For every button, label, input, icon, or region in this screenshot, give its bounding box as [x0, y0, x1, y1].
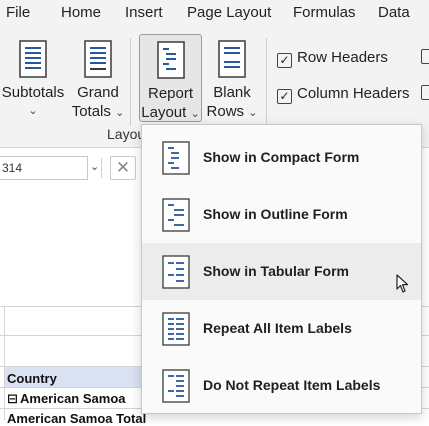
menu-item-repeat-all-labels[interactable]: Repeat All Item Labels — [142, 300, 421, 357]
tabular-form-icon — [162, 255, 190, 289]
menu-item-label: Show in Outline Form — [203, 206, 348, 222]
column-headers-checkbox[interactable]: ✓ Column Headers — [277, 85, 410, 104]
report-layout-menu: Show in Compact Form Show in Outline For… — [141, 124, 422, 414]
tab-data[interactable]: Data — [378, 4, 410, 21]
checkbox-checked-icon: ✓ — [277, 53, 292, 68]
compact-form-icon — [162, 141, 190, 175]
subtotals-button[interactable]: Subtotals ⌄ — [0, 34, 66, 122]
subtotals-label: Subtotals — [1, 84, 65, 101]
checkbox-checked-icon: ✓ — [277, 89, 292, 104]
row-label-american-samoa[interactable]: American Samoa — [20, 391, 126, 406]
tab-formulas[interactable]: Formulas — [293, 4, 356, 21]
mouse-cursor-icon — [396, 274, 409, 293]
collapse-icon[interactable]: ⊟ — [7, 391, 18, 407]
tab-page-layout[interactable]: Page Layout — [187, 4, 271, 21]
no-repeat-labels-icon — [162, 369, 190, 403]
ribbon-divider — [130, 38, 131, 126]
column-headers-label: Column Headers — [297, 85, 410, 102]
grand-totals-button[interactable]: Grand Totals ⌄ — [70, 34, 126, 122]
chevron-down-icon: ⌄ — [28, 105, 38, 117]
layout-group-label: Layou — [107, 126, 146, 142]
blank-rows-button[interactable]: Blank Rows ⌄ — [205, 34, 259, 122]
banded-columns-checkbox[interactable] — [421, 85, 429, 102]
menu-item-tabular-form[interactable]: Show in Tabular Form — [142, 243, 421, 300]
menu-item-label: Show in Tabular Form — [203, 263, 349, 279]
grand-totals-icon — [84, 40, 112, 78]
repeat-labels-icon — [162, 312, 190, 346]
report-layout-button[interactable]: Report Layout ⌄ — [139, 34, 202, 122]
banded-rows-checkbox[interactable] — [421, 49, 429, 66]
outline-form-icon — [162, 198, 190, 232]
tab-file[interactable]: File — [6, 4, 30, 21]
chevron-down-icon: ⌄ — [190, 108, 200, 120]
report-layout-label-1: Report — [147, 85, 194, 102]
report-layout-label-2-text: Layout — [141, 104, 187, 121]
grid-line — [4, 306, 5, 420]
header-cell-country[interactable]: Country — [7, 371, 57, 386]
menu-item-label: Do Not Repeat Item Labels — [203, 377, 381, 393]
blank-rows-label-2-text: Rows — [206, 103, 245, 120]
menu-bar: File Home Insert Page Layout Formulas Da… — [0, 0, 429, 26]
checkbox-unchecked-icon — [421, 49, 429, 64]
cancel-icon[interactable]: ✕ — [110, 156, 136, 180]
menu-item-compact-form[interactable]: Show in Compact Form — [142, 129, 421, 186]
tab-home[interactable]: Home — [61, 4, 101, 21]
menu-item-label: Repeat All Item Labels — [203, 320, 352, 336]
grand-totals-label-2-text: Totals — [71, 103, 111, 120]
chevron-down-icon: ⌄ — [248, 107, 258, 119]
checkbox-unchecked-icon — [421, 85, 429, 100]
chevron-down-icon: ⌄ — [115, 107, 125, 119]
row-headers-label: Row Headers — [297, 49, 388, 66]
menu-item-no-repeat-labels[interactable]: Do Not Repeat Item Labels — [142, 357, 421, 414]
chevron-down-icon[interactable]: ⌄ — [90, 160, 99, 173]
menu-item-outline-form[interactable]: Show in Outline Form — [142, 186, 421, 243]
name-box[interactable]: 314 — [0, 156, 88, 180]
report-layout-label-2: Layout ⌄ — [140, 103, 201, 124]
formula-bar-divider — [101, 158, 102, 178]
menu-item-label: Show in Compact Form — [203, 149, 360, 165]
row-label-american-samoa-total[interactable]: American Samoa Total — [7, 411, 146, 426]
blank-rows-label-1: Blank — [213, 84, 251, 101]
grand-totals-label-2: Totals ⌄ — [70, 102, 126, 123]
subtotals-icon — [19, 40, 47, 78]
ribbon-divider — [266, 38, 267, 126]
tab-insert[interactable]: Insert — [125, 4, 163, 21]
row-headers-checkbox[interactable]: ✓ Row Headers — [277, 49, 388, 68]
blank-rows-label-2: Rows ⌄ — [205, 102, 259, 123]
report-layout-icon — [156, 41, 185, 79]
blank-rows-icon — [218, 40, 246, 78]
grand-totals-label-1: Grand — [77, 84, 119, 101]
